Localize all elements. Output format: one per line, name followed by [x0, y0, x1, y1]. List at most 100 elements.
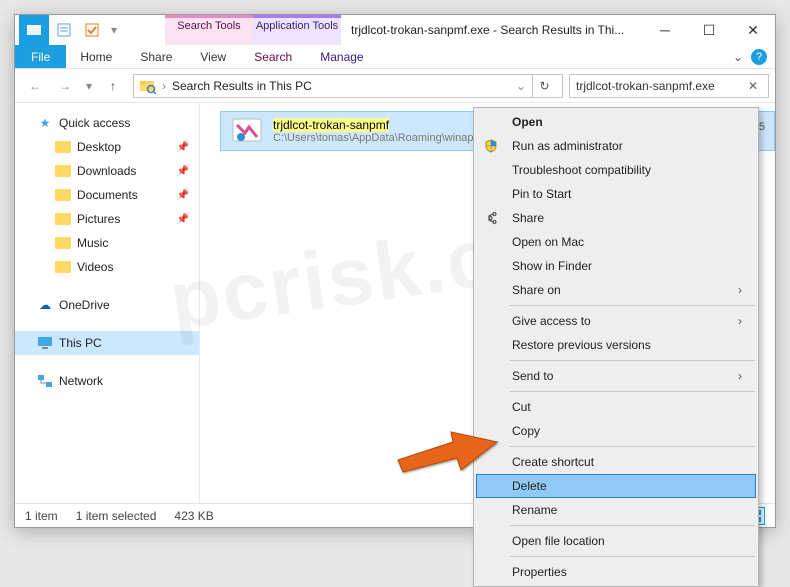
tab-home[interactable]: Home — [66, 45, 126, 68]
separator — [510, 525, 755, 526]
folder-icon — [55, 187, 71, 203]
nav-documents[interactable]: Documents 📌 — [15, 183, 199, 207]
refresh-button[interactable]: ↻ — [532, 75, 556, 97]
folder-icon — [55, 235, 71, 251]
ctx-properties[interactable]: Properties — [476, 560, 756, 584]
qat-checkbox-icon[interactable] — [79, 18, 105, 42]
ctx-troubleshoot-compatibility[interactable]: Troubleshoot compatibility — [476, 158, 756, 182]
nav-quick-access[interactable]: ★ Quick access — [15, 111, 199, 135]
titlebar: ▾ Search Tools Application Tools trjdlco… — [15, 15, 775, 45]
pc-icon — [37, 335, 53, 351]
separator — [510, 305, 755, 306]
file-tab[interactable]: File — [15, 45, 66, 68]
ctx-delete[interactable]: Delete — [476, 474, 756, 498]
chevron-right-icon: › — [738, 283, 742, 297]
ctx-share[interactable]: Share — [476, 206, 756, 230]
nav-this-pc[interactable]: This PC — [15, 331, 199, 355]
back-button[interactable]: ← — [21, 72, 49, 100]
result-path: C:\Users\tomas\AppData\Roaming\winapp — [273, 132, 480, 144]
address-dropdown-icon[interactable]: ⌄ — [516, 79, 526, 93]
window-title: trjdlcot-trokan-sanpmf.exe - Search Resu… — [341, 23, 643, 37]
ctx-open-on-mac[interactable]: Open on Mac — [476, 230, 756, 254]
network-icon — [37, 373, 53, 389]
qat-properties-icon[interactable] — [51, 18, 77, 42]
separator — [510, 391, 755, 392]
ribbon-expand-icon[interactable]: ⌄ — [733, 50, 743, 64]
chevron-right-icon: › — [738, 314, 742, 328]
tab-manage-sub[interactable]: Manage — [306, 45, 377, 68]
pin-icon: 📌 — [177, 214, 189, 225]
ctx-create-shortcut[interactable]: Create shortcut — [476, 450, 756, 474]
shield-icon — [482, 139, 500, 153]
maximize-button[interactable]: ☐ — [687, 15, 731, 45]
nav-onedrive[interactable]: ☁ OneDrive — [15, 293, 199, 317]
ctx-show-in-finder[interactable]: Show in Finder — [476, 254, 756, 278]
separator — [510, 446, 755, 447]
navigation-bar: ← → ▾ ↑ › Search Results in This PC ⌄ ↻ … — [15, 69, 775, 103]
help-icon[interactable]: ? — [751, 49, 767, 65]
annotation-arrow — [393, 420, 503, 480]
nav-label: Videos — [77, 260, 113, 274]
ctx-rename[interactable]: Rename — [476, 498, 756, 522]
ctx-open-file-location[interactable]: Open file location — [476, 529, 756, 553]
nav-videos[interactable]: Videos — [15, 255, 199, 279]
ctx-open[interactable]: Open — [476, 110, 756, 134]
minimize-button[interactable]: ─ — [643, 15, 687, 45]
ctx-share-on[interactable]: Share on› — [476, 278, 756, 302]
nav-label: Network — [59, 374, 103, 388]
address-bar[interactable]: › Search Results in This PC ⌄ ↻ — [133, 74, 563, 98]
chevron-right-icon: › — [162, 79, 166, 93]
context-menu: Open Run as administrator Troubleshoot c… — [473, 107, 759, 587]
pin-icon: 📌 — [177, 142, 189, 153]
search-input[interactable] — [576, 79, 738, 93]
nav-label: Documents — [77, 188, 138, 202]
nav-label: Quick access — [59, 116, 130, 130]
status-size: 423 KB — [174, 509, 213, 523]
ctx-restore-previous-versions[interactable]: Restore previous versions — [476, 333, 756, 357]
nav-downloads[interactable]: Downloads 📌 — [15, 159, 199, 183]
tab-share[interactable]: Share — [126, 45, 186, 68]
nav-label: OneDrive — [59, 298, 110, 312]
ctx-pin-to-start[interactable]: Pin to Start — [476, 182, 756, 206]
contextual-tabs: Search Tools Application Tools — [165, 15, 341, 45]
share-icon — [482, 211, 500, 225]
app-icon[interactable] — [19, 15, 49, 45]
nav-label: Music — [77, 236, 108, 250]
tab-search-tools[interactable]: Search Tools — [165, 15, 253, 45]
cloud-icon: ☁ — [37, 297, 53, 313]
ctx-run-as-administrator[interactable]: Run as administrator — [476, 134, 756, 158]
search-folder-icon — [140, 78, 156, 94]
ctx-give-access-to[interactable]: Give access to› — [476, 309, 756, 333]
forward-button[interactable]: → — [51, 72, 79, 100]
address-text: Search Results in This PC — [172, 79, 510, 93]
up-button[interactable]: ↑ — [99, 72, 127, 100]
nav-music[interactable]: Music — [15, 231, 199, 255]
folder-icon — [55, 139, 71, 155]
nav-desktop[interactable]: Desktop 📌 — [15, 135, 199, 159]
nav-label: Desktop — [77, 140, 121, 154]
nav-label: This PC — [59, 336, 102, 350]
qat-dropdown-icon[interactable]: ▾ — [107, 18, 121, 42]
close-button[interactable]: ✕ — [731, 15, 775, 45]
clear-search-icon[interactable]: ✕ — [744, 79, 762, 93]
exe-icon — [231, 115, 263, 147]
ctx-copy[interactable]: Copy — [476, 419, 756, 443]
folder-icon — [55, 211, 71, 227]
quick-access-toolbar: ▾ — [15, 15, 125, 45]
nav-network[interactable]: Network — [15, 369, 199, 393]
star-icon: ★ — [37, 115, 53, 131]
search-box[interactable]: ✕ — [569, 74, 769, 98]
ctx-send-to[interactable]: Send to› — [476, 364, 756, 388]
separator — [510, 360, 755, 361]
nav-pictures[interactable]: Pictures 📌 — [15, 207, 199, 231]
status-item-count: 1 item — [25, 509, 58, 523]
tab-application-tools[interactable]: Application Tools — [253, 15, 341, 45]
recent-locations-button[interactable]: ▾ — [81, 72, 97, 100]
tab-search-sub[interactable]: Search — [240, 45, 306, 68]
tab-view[interactable]: View — [186, 45, 240, 68]
nav-label: Pictures — [77, 212, 120, 226]
pin-icon: 📌 — [177, 190, 189, 201]
navigation-pane: ★ Quick access Desktop 📌 Downloads 📌 Doc… — [15, 103, 200, 503]
ribbon: File Home Share View Search Manage ⌄ ? — [15, 45, 775, 69]
ctx-cut[interactable]: Cut — [476, 395, 756, 419]
